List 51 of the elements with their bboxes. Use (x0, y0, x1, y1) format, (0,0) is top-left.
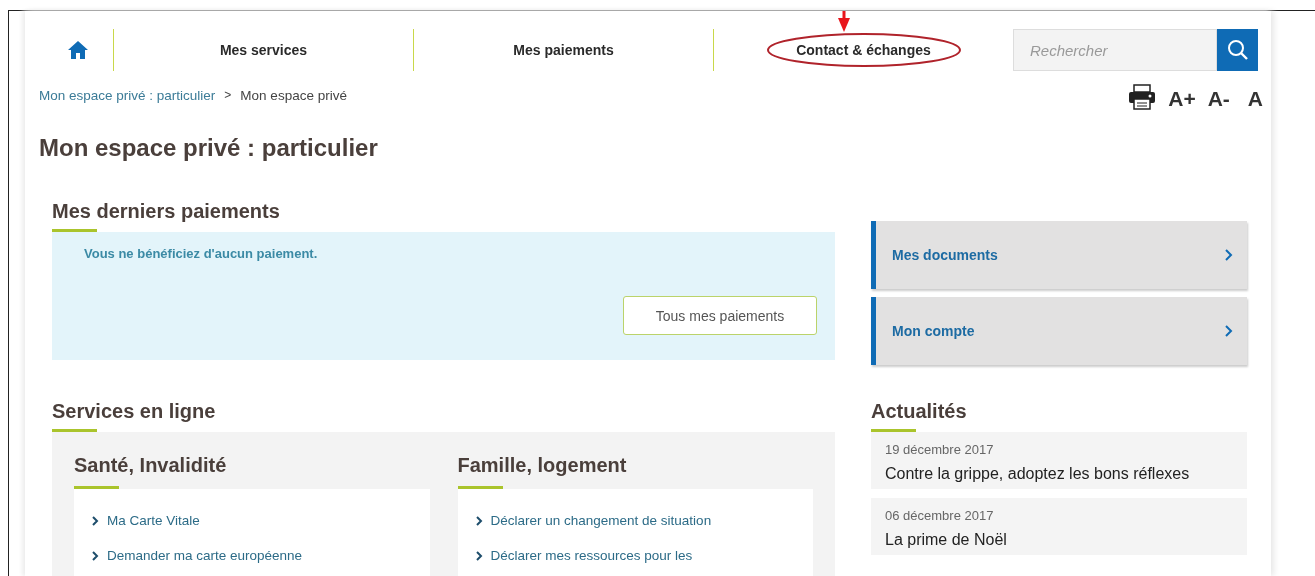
text-size-button[interactable]: A+ (1168, 87, 1196, 111)
nav-link[interactable]: Mes services (219, 40, 308, 60)
chevron-icon (92, 515, 99, 526)
chevron-icon (92, 550, 99, 561)
printer-icon (1128, 84, 1157, 110)
search-icon (1226, 39, 1249, 61)
service-link[interactable]: Déclarer un changement de situation (475, 513, 795, 528)
heading-underline (74, 486, 119, 489)
service-link-text: Ma Carte Vitale (107, 513, 200, 528)
payments-message: Vous ne bénéficiez d'aucun paiement. (84, 246, 318, 261)
service-link-text: Déclarer mes ressources pour les (490, 548, 693, 563)
section-heading: Services en ligne (52, 399, 217, 424)
news-title: La prime de Noël (885, 531, 1008, 549)
news-title: Contre la grippe, adoptez les bons réflexes (885, 465, 1191, 483)
news-date: 19 décembre 2017 (885, 442, 995, 457)
nav-link[interactable]: Mes paiements (513, 40, 614, 60)
heading-underline (871, 429, 916, 432)
service-link[interactable]: Déclarer mes ressources pour les (475, 548, 795, 563)
chevron-icon (1225, 249, 1233, 261)
service-link-text: Demander ma carte européenne (107, 548, 303, 563)
news-card[interactable]: 06 décembre 2017 La prime de Noël (871, 498, 1247, 555)
page-title: Mon espace privé : particulier (39, 134, 379, 162)
group-heading: Santé, Invalidité (74, 453, 228, 478)
search-field[interactable]: Rechercher (1013, 29, 1217, 71)
shortcut-label: Mes documents (892, 247, 998, 263)
chevron-icon (1225, 325, 1233, 337)
shortcut-card[interactable]: Mon compte (871, 297, 1247, 365)
heading-underline (52, 429, 97, 432)
breadcrumb-separator: > (224, 88, 232, 102)
heading-underline (52, 229, 97, 232)
annotation-arrow (838, 11, 850, 32)
group-heading: Famille, logement (457, 453, 628, 478)
text-size-button[interactable]: A- (1207, 87, 1230, 111)
search-button[interactable] (1217, 29, 1258, 71)
service-link-text: Déclarer un changement de situation (490, 513, 712, 528)
section-heading: Actualités (871, 399, 968, 424)
chevron-icon (475, 515, 483, 526)
text-size-button[interactable]: A (1247, 87, 1263, 111)
shortcut-card[interactable]: Mes documents (871, 221, 1247, 289)
service-link[interactable]: Demander ma carte européenne (92, 548, 412, 563)
home-icon (67, 40, 89, 60)
breadcrumb-current: Mon espace privé (240, 87, 347, 103)
chevron-icon (475, 550, 483, 561)
heading-underline (457, 486, 503, 489)
news-date: 06 décembre 2017 (885, 508, 995, 523)
section-heading: Mes derniers paiements (52, 199, 281, 224)
shortcut-label: Mon compte (892, 323, 975, 339)
breadcrumb-link[interactable]: Mon espace privé : particulier (39, 87, 216, 103)
all-payments-button[interactable]: Tous mes paiements (623, 296, 817, 335)
service-link[interactable]: Ma Carte Vitale (92, 513, 412, 528)
news-card[interactable]: 19 décembre 2017 Contre la grippe, adoptez les bons réflexes (871, 432, 1247, 489)
